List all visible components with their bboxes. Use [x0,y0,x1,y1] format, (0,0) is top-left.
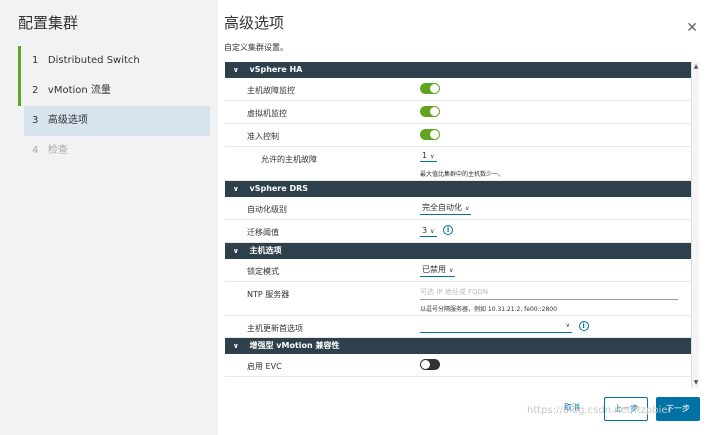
row-admission-control: 准入控制 [225,124,698,147]
step-number: 1 [32,55,39,66]
chevron-down-icon: ∨ [430,227,435,235]
section-header-host-options[interactable]: ∨ 主机选项 [225,243,698,259]
step-label: vMotion 流量 [47,85,111,96]
field-label: 自动化级别 [247,205,287,214]
field-label: 锁定模式 [247,267,279,276]
chevron-down-icon: ∨ [430,153,435,160]
select-value: 1 [422,151,428,160]
step-number: 3 [32,115,39,126]
options-scroll-area[interactable]: ∨ vSphere HA 主机故障监控 虚拟机监控 准入控制 允许的主机故障 1… [225,62,698,388]
info-icon[interactable]: i [443,225,454,235]
host-monitoring-toggle[interactable] [420,83,440,94]
wizard-title: 配置集群 [18,14,79,32]
lockdown-mode-select[interactable]: 已禁用 ∨ [420,264,456,277]
field-label: 主机故障监控 [247,86,295,95]
row-host-monitoring: 主机故障监控 [225,78,698,101]
chevron-down-icon: ∨ [233,247,239,255]
field-label: 准入控制 [247,132,279,141]
step-number: 2 [32,85,39,96]
row-enable-evc: 启用 EVC [225,354,698,377]
automation-level-select[interactable]: 完全自动化 ∨ [420,202,472,215]
row-ntp-servers: NTP 服务器 可选 IP 地址或 FQDN 以逗号分隔服务器，例如 10.31… [225,282,698,316]
section-header-evc[interactable]: ∨ 增强型 vMotion 兼容性 [225,338,698,354]
row-host-failures: 允许的主机故障 1 ∨ 最大值比集群中的主机数少一。 [225,147,698,181]
section-title: vSphere DRS [249,184,309,193]
row-host-update-preference: 主机更新首选项 ∨ i [225,316,698,338]
wizard-main: 高级选项 ✕ 自定义集群设置。 ∨ vSphere HA 主机故障监控 虚拟机监… [218,0,720,435]
ntp-servers-input[interactable]: 可选 IP 地址或 FQDN [420,287,678,300]
step-vmotion-traffic[interactable]: 2 vMotion 流量 [18,76,210,106]
vertical-scrollbar[interactable]: ▲ ▼ [691,62,699,388]
select-value: 完全自动化 [422,203,462,212]
section-title: vSphere HA [249,65,303,74]
step-label: 高级选项 [47,115,88,126]
chevron-down-icon: ∨ [233,185,239,193]
step-review: 4 检查 [18,136,210,166]
step-label: Distributed Switch [47,55,140,66]
close-icon[interactable]: ✕ [686,20,698,36]
row-lockdown-mode: 锁定模式 已禁用 ∨ [225,259,698,282]
field-hint: 以逗号分隔服务器，例如 10.31.21.2, fe00::2800 [420,306,557,313]
enable-evc-toggle[interactable] [420,359,440,370]
step-label: 检查 [47,145,68,156]
field-label: 迁移阈值 [247,228,279,237]
field-label: 启用 EVC [247,362,282,371]
vm-monitoring-toggle[interactable] [420,106,440,117]
admission-control-toggle[interactable] [420,129,440,140]
page-title: 高级选项 [224,14,285,32]
chevron-down-icon: ∨ [233,342,239,350]
watermark: https://blog.csdn.net/itzpbier [527,405,672,416]
select-value: 3 [422,225,428,235]
step-distributed-switch[interactable]: 1 Distributed Switch [18,46,210,76]
scroll-up-icon[interactable]: ▲ [692,62,700,72]
field-label: 允许的主机故障 [261,155,317,164]
section-title: 主机选项 [249,246,282,255]
field-label: 虚拟机监控 [247,109,287,118]
scroll-down-icon[interactable]: ▼ [692,378,700,388]
chevron-down-icon: ∨ [449,267,454,274]
chevron-down-icon: ∨ [465,205,470,212]
field-hint: 最大值比集群中的主机数少一。 [420,171,505,178]
select-value: 已禁用 [422,265,446,274]
host-failures-select[interactable]: 1 ∨ [420,151,437,162]
host-update-select[interactable]: ∨ [420,322,572,333]
section-header-vsphere-ha[interactable]: ∨ vSphere HA [225,62,698,78]
step-number: 4 [32,145,39,156]
field-label: NTP 服务器 [247,290,290,299]
section-title: 增强型 vMotion 兼容性 [249,341,340,350]
migration-threshold-select[interactable]: 3 ∨ [420,226,437,237]
wizard-sidebar: 配置集群 1 Distributed Switch 2 vMotion 流量 3… [0,0,218,435]
step-advanced-options[interactable]: 3 高级选项 [24,106,210,136]
page-subtitle: 自定义集群设置。 [224,43,288,52]
field-label: 主机更新首选项 [247,324,303,333]
chevron-down-icon: ∨ [565,321,570,329]
row-automation-level: 自动化级别 完全自动化 ∨ [225,197,698,220]
row-vm-monitoring: 虚拟机监控 [225,101,698,124]
info-icon[interactable]: i [578,321,589,331]
section-header-vsphere-drs[interactable]: ∨ vSphere DRS [225,181,698,197]
chevron-down-icon: ∨ [233,66,239,74]
row-migration-threshold: 迁移阈值 3 ∨ i [225,220,698,243]
